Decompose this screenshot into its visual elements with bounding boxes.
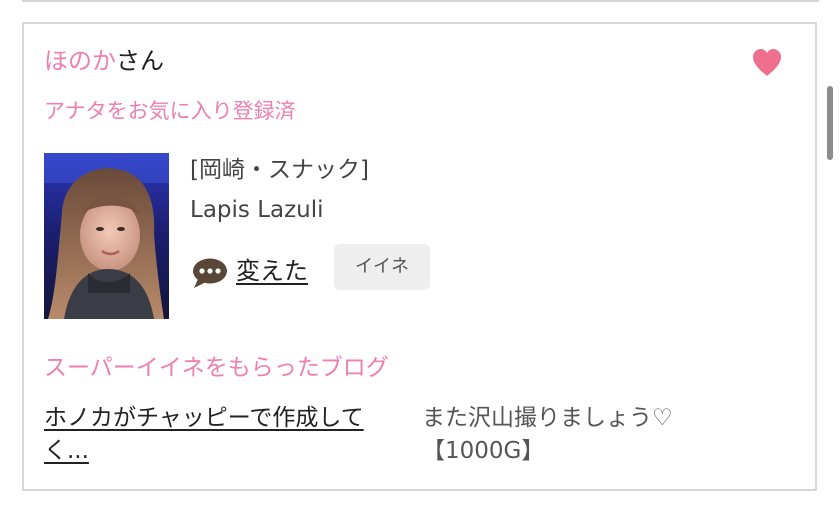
favorite-status: アナタをお気に入り登録済 <box>44 99 296 123</box>
like-button[interactable]: イイネ <box>334 244 430 290</box>
heart-icon[interactable] <box>750 46 784 80</box>
user-honorific: さん <box>116 47 164 75</box>
user-name-line: ほのかさん <box>44 44 164 78</box>
comment-link[interactable]: 変えた <box>236 254 308 288</box>
blog-comment: また沢山撮りましょう♡【1000G】 <box>422 405 673 464</box>
blog-title-link[interactable]: ホノカがチャッピーで作成してく... <box>44 402 406 468</box>
shop-category[interactable]: [岡崎・スナック] <box>190 154 369 186</box>
user-name[interactable]: ほのか <box>44 47 116 75</box>
scrollbar-thumb[interactable] <box>827 86 833 160</box>
avatar[interactable] <box>44 153 169 319</box>
speech-bubble-icon <box>193 258 227 288</box>
super-like-heading: スーパーイイネをもらったブログ <box>44 355 389 381</box>
avatar-photo <box>44 153 169 319</box>
top-divider <box>22 0 819 2</box>
shop-name[interactable]: Lapis Lazuli <box>190 194 324 226</box>
